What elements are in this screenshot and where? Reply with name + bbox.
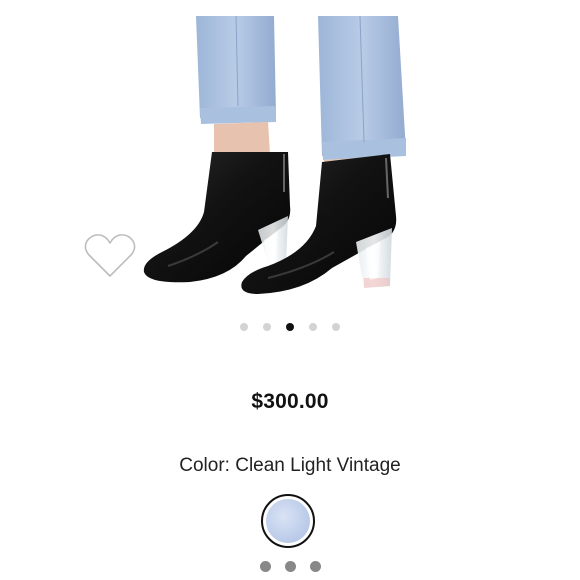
- carousel-dot[interactable]: [263, 323, 271, 331]
- carousel-dot[interactable]: [309, 323, 317, 331]
- product-page: $300.00 Color: Clean Light Vintage: [0, 0, 580, 580]
- more-dot: [259, 561, 271, 572]
- carousel-dot[interactable]: [332, 323, 340, 331]
- color-swatch-selected[interactable]: [261, 494, 315, 548]
- more-dot: [284, 561, 296, 572]
- heart-outline-icon[interactable]: [82, 232, 138, 280]
- product-price: $300.00: [251, 390, 329, 413]
- image-carousel-indicator: [0, 323, 580, 331]
- more-swatches-indicator: [0, 561, 580, 572]
- swatch-color-fill: [266, 499, 310, 543]
- more-dot: [309, 561, 321, 572]
- product-image[interactable]: [138, 16, 442, 300]
- color-label: Color: Clean Light Vintage: [179, 455, 401, 476]
- carousel-dot[interactable]: [240, 323, 248, 331]
- carousel-dot-active[interactable]: [286, 323, 294, 331]
